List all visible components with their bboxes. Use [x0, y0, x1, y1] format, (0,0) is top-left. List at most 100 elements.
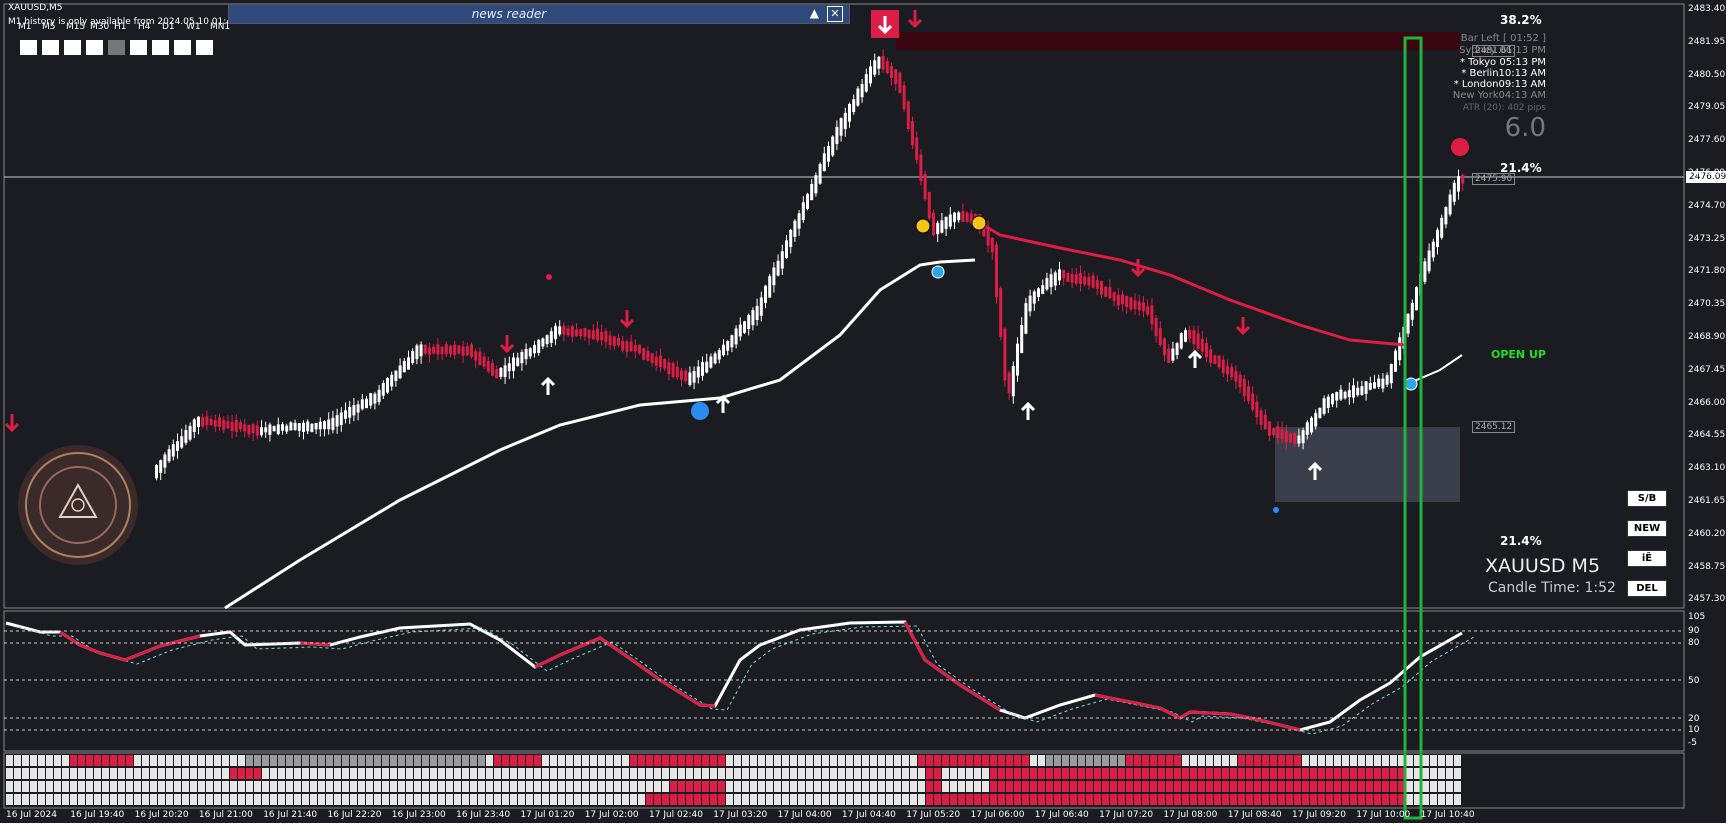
symbol-label: XAUUSD,M5 — [8, 3, 63, 13]
tf-m5[interactable]: M5 — [42, 22, 66, 34]
heat-cell — [198, 755, 205, 766]
candle-body — [465, 346, 469, 356]
price-chart[interactable] — [0, 0, 1726, 823]
heat-cell — [710, 768, 717, 779]
tf-w1[interactable]: W1 — [186, 22, 210, 34]
candle-body — [633, 345, 637, 352]
heat-cell — [766, 794, 773, 805]
heat-cell — [1454, 768, 1461, 779]
new-button[interactable]: NEW — [1627, 520, 1667, 537]
heat-cell — [1054, 794, 1061, 805]
resistance-zone — [896, 32, 1460, 50]
heat-cell — [1214, 768, 1221, 779]
candle-body — [1251, 393, 1255, 410]
heat-cell — [718, 755, 725, 766]
candle-time: Candle Time: 1:52 — [1488, 580, 1616, 596]
close-icon[interactable]: ✕ — [827, 6, 843, 22]
candle-body — [663, 359, 667, 369]
heat-cell — [574, 781, 581, 792]
tf-m30[interactable]: M30 — [90, 22, 114, 34]
candle-body — [806, 193, 809, 209]
candle-body — [495, 368, 499, 379]
tf-button-mn1[interactable] — [196, 40, 213, 55]
ie-button[interactable]: iÊ — [1627, 550, 1667, 567]
heat-cell — [582, 768, 589, 779]
heat-cell — [262, 755, 269, 766]
heat-cell — [1262, 781, 1269, 792]
candle-body — [801, 202, 805, 221]
heat-cell — [142, 768, 149, 779]
candle-body — [1125, 295, 1129, 307]
candle-body — [743, 321, 746, 334]
candle-body — [1339, 389, 1343, 400]
heat-cell — [726, 794, 733, 805]
heat-cell — [694, 755, 701, 766]
tf-button-w1[interactable] — [174, 40, 191, 55]
heat-cell — [838, 794, 845, 805]
heat-cell — [886, 755, 893, 766]
heat-cell — [198, 794, 205, 805]
news-reader-panel[interactable]: news reader ▲ ✕ — [228, 4, 850, 24]
heat-cell — [1254, 794, 1261, 805]
candle-body — [512, 357, 515, 372]
heat-cell — [614, 781, 621, 792]
minimize-icon[interactable]: ▲ — [810, 6, 819, 20]
candle-body — [906, 101, 910, 130]
heat-cell — [326, 768, 333, 779]
tf-h4[interactable]: H4 — [138, 22, 162, 34]
candle-body — [608, 335, 612, 345]
heat-cell — [518, 755, 525, 766]
price-axis-label: 2479.05 — [1688, 102, 1726, 113]
candle-body — [1331, 393, 1334, 405]
heat-cell — [646, 755, 653, 766]
heat-cell — [830, 768, 837, 779]
heat-cell — [278, 768, 285, 779]
tf-button-m5[interactable] — [42, 40, 59, 55]
tf-button-m30[interactable] — [86, 40, 103, 55]
tf-m15[interactable]: M15 — [66, 22, 90, 34]
heat-cell — [1046, 755, 1053, 766]
heat-cell — [1222, 781, 1229, 792]
timeframe-row: M1 M5 M15 M30 H1 H4 D1 W1 MN1 — [18, 22, 234, 34]
candle-body — [1053, 272, 1057, 286]
heat-cell — [222, 755, 229, 766]
heat-cell — [134, 755, 141, 766]
heat-cell — [1166, 781, 1173, 792]
tf-button-m1[interactable] — [20, 40, 37, 55]
heat-cell — [1142, 755, 1149, 766]
heat-cell — [470, 794, 477, 805]
time-axis-label: 16 Jul 21:40 — [263, 810, 318, 820]
tf-h1[interactable]: H1 — [114, 22, 138, 34]
candle-body — [902, 85, 906, 110]
heat-cell — [1262, 768, 1269, 779]
candle-body — [276, 424, 280, 435]
heat-cell — [118, 781, 125, 792]
candle-body — [432, 346, 436, 354]
heat-cell — [166, 768, 173, 779]
heat-cell — [918, 781, 925, 792]
tf-button-h1[interactable] — [108, 40, 125, 55]
heat-cell — [934, 768, 941, 779]
tf-button-d1[interactable] — [152, 40, 169, 55]
candle-body — [377, 389, 381, 403]
del-button[interactable]: DEL — [1627, 580, 1667, 597]
heat-cell — [1358, 768, 1365, 779]
price-axis-label: 2471.80 — [1688, 266, 1726, 277]
heat-cell — [118, 794, 125, 805]
heat-cell — [246, 768, 253, 779]
tf-d1[interactable]: D1 — [162, 22, 186, 34]
heat-cell — [1070, 781, 1077, 792]
heat-cell — [478, 768, 485, 779]
candle-body — [180, 436, 184, 448]
heat-cell — [1062, 794, 1069, 805]
tf-button-m15[interactable] — [64, 40, 81, 55]
tf-button-h4[interactable] — [130, 40, 147, 55]
heat-cell — [118, 755, 125, 766]
sb-button[interactable]: S/B — [1627, 490, 1667, 507]
heat-cell — [318, 781, 325, 792]
time-axis-label: 17 Jul 05:20 — [906, 810, 961, 820]
candle-body — [785, 240, 788, 258]
candle-body — [423, 344, 427, 354]
heat-cell — [1334, 781, 1341, 792]
tf-m1[interactable]: M1 — [18, 22, 42, 34]
